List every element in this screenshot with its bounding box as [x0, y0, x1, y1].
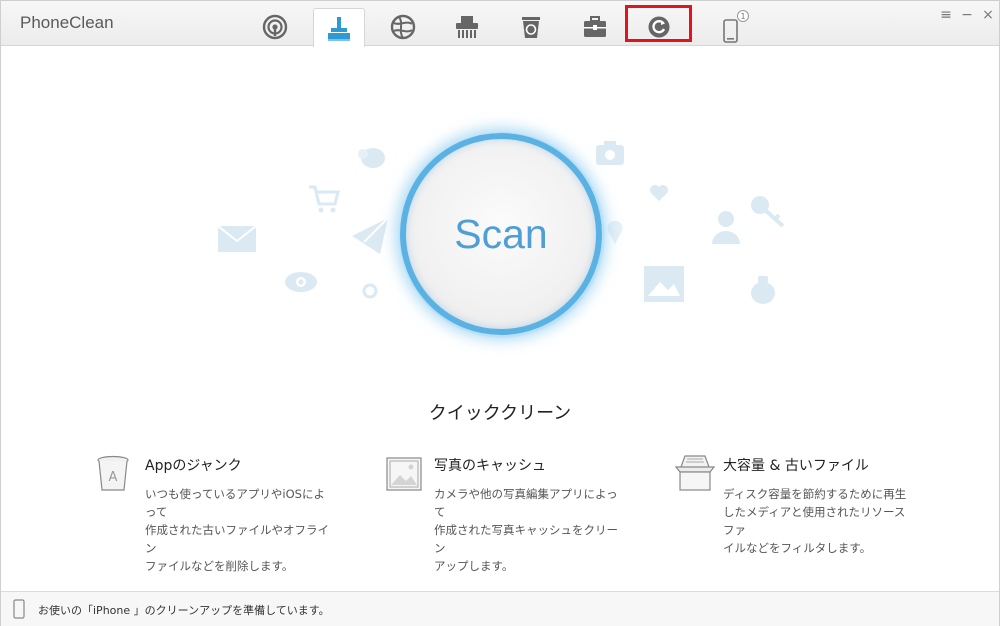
tab-internet[interactable]: [378, 9, 428, 45]
feature-title: 写真のキャッシュ: [434, 458, 546, 474]
tab-quick-clean[interactable]: [313, 8, 365, 47]
heart-icon: [650, 185, 668, 201]
menu-icon[interactable]: ≡: [938, 7, 954, 23]
status-bar: お使いの「iPhone 」のクリーンアップを準備しています。: [1, 591, 999, 626]
section-title: クイッククリーン: [428, 403, 572, 424]
app-title: PhoneClean: [20, 13, 114, 32]
phone-icon: 1: [723, 10, 749, 43]
mail-icon: [217, 225, 257, 252]
eye-icon: [285, 272, 317, 292]
scan-button-label[interactable]: Scan: [400, 133, 602, 335]
trash-can-icon: A: [97, 455, 129, 491]
minimize-icon[interactable]: −: [959, 7, 975, 23]
wireless-icon: [262, 14, 288, 40]
location-pin-icon: [607, 220, 623, 244]
device-icon: [13, 599, 25, 619]
status-text: お使いの「iPhone 」のクリーンアップを準備しています。: [38, 604, 330, 617]
app-window: PhoneClean 1 ≡ − × Scan クイッククリーン A Appのジ…: [0, 0, 1000, 626]
tab-toolbox[interactable]: [570, 9, 620, 45]
feature-title: 大容量 & 古いファイル: [723, 458, 869, 474]
device-count-badge: 1: [740, 12, 745, 21]
feature-description: ディスク容量を節約するために再生 したメディアと使用されたリソースファ イルなど…: [723, 487, 907, 555]
tab-wireless[interactable]: [250, 9, 300, 45]
shredder-icon: [456, 16, 478, 38]
highlight-box: [625, 5, 692, 42]
recycle-bin-icon: [522, 17, 540, 38]
feature-description: いつも使っているアプリやiOSによって 作成された古いファイルやオフライン ファ…: [145, 487, 329, 573]
toolbox-icon: [584, 16, 606, 37]
money-bag-icon: [751, 276, 775, 304]
feature-description: カメラや他の写真編集アプリによって 作成された写真キャッシュをクリーン アップし…: [434, 487, 618, 573]
broom-icon: [328, 17, 350, 41]
close-icon[interactable]: ×: [980, 7, 996, 23]
feature-title: Appのジャンク: [145, 458, 242, 474]
tab-recycle[interactable]: [506, 9, 556, 45]
photo-icon: [386, 457, 422, 491]
chat-bubble-icon: [358, 148, 385, 168]
shopping-cart-icon: [309, 185, 340, 213]
svg-text:A: A: [109, 470, 118, 485]
globe-icon: [390, 14, 416, 40]
refresh-icon: [362, 283, 378, 299]
paper-plane-icon: [352, 217, 389, 254]
title-bar: PhoneClean 1 ≡ − ×: [1, 1, 999, 47]
file-box-icon: [675, 455, 715, 491]
tab-shredder[interactable]: [442, 9, 492, 45]
image-icon: [644, 266, 684, 302]
user-icon: [712, 211, 740, 244]
key-icon: [751, 196, 785, 228]
tab-device[interactable]: 1: [706, 9, 756, 45]
